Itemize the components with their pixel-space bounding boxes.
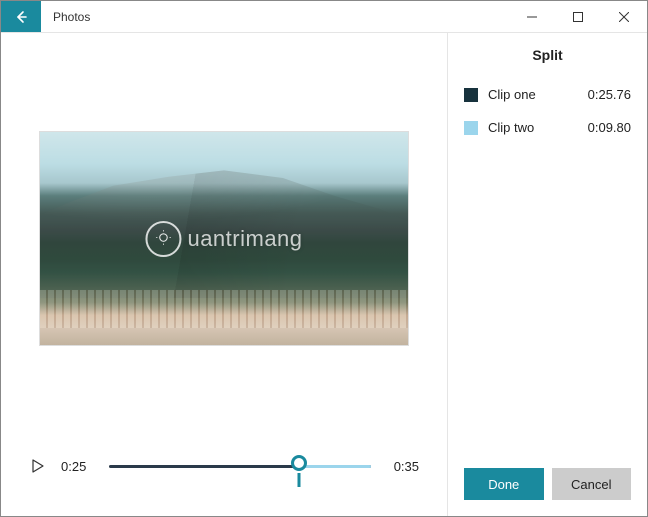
clip-row[interactable]: Clip two 0:09.80 xyxy=(464,120,631,135)
clip-duration: 0:25.76 xyxy=(588,87,631,102)
clip-row[interactable]: Clip one 0:25.76 xyxy=(464,87,631,102)
panel-buttons: Done Cancel xyxy=(464,468,631,500)
maximize-icon xyxy=(573,12,583,22)
transport-bar: 0:25 0:35 xyxy=(11,426,437,506)
watermark: uantrimang xyxy=(145,221,302,257)
titlebar-drag-area[interactable] xyxy=(102,1,509,32)
panel-title: Split xyxy=(464,47,631,63)
window-controls xyxy=(509,1,647,32)
play-icon xyxy=(32,459,44,473)
split-timeline[interactable] xyxy=(109,454,371,478)
current-time: 0:25 xyxy=(61,459,95,474)
app-title: Photos xyxy=(41,1,102,32)
done-button[interactable]: Done xyxy=(464,468,544,500)
watermark-text: uantrimang xyxy=(187,226,302,252)
video-preview[interactable]: uantrimang xyxy=(39,131,409,346)
cancel-button[interactable]: Cancel xyxy=(552,468,632,500)
split-handle-stem xyxy=(297,473,300,487)
video-wrap: uantrimang xyxy=(11,51,437,426)
window: Photos xyxy=(0,0,648,517)
clip-name: Clip two xyxy=(488,120,578,135)
clip-swatch xyxy=(464,88,478,102)
close-button[interactable] xyxy=(601,1,647,32)
clip-swatch xyxy=(464,121,478,135)
maximize-button[interactable] xyxy=(555,1,601,32)
split-panel: Split Clip one 0:25.76 Clip two 0:09.80 Don… xyxy=(447,33,647,516)
minimize-icon xyxy=(527,12,537,22)
back-button[interactable] xyxy=(1,1,41,32)
clip-name: Clip one xyxy=(488,87,578,102)
arrow-left-icon xyxy=(13,9,29,25)
minimize-button[interactable] xyxy=(509,1,555,32)
titlebar: Photos xyxy=(1,1,647,33)
total-time: 0:35 xyxy=(385,459,419,474)
clip-duration: 0:09.80 xyxy=(588,120,631,135)
content: uantrimang 0:25 0:35 xyxy=(1,33,647,516)
preview-pane: uantrimang 0:25 0:35 xyxy=(1,33,447,516)
play-button[interactable] xyxy=(29,457,47,475)
split-handle[interactable] xyxy=(291,455,307,471)
timeline-track-clip-two xyxy=(299,465,371,468)
village-illustration xyxy=(40,290,408,328)
close-icon xyxy=(619,12,629,22)
lightbulb-icon xyxy=(145,221,181,257)
